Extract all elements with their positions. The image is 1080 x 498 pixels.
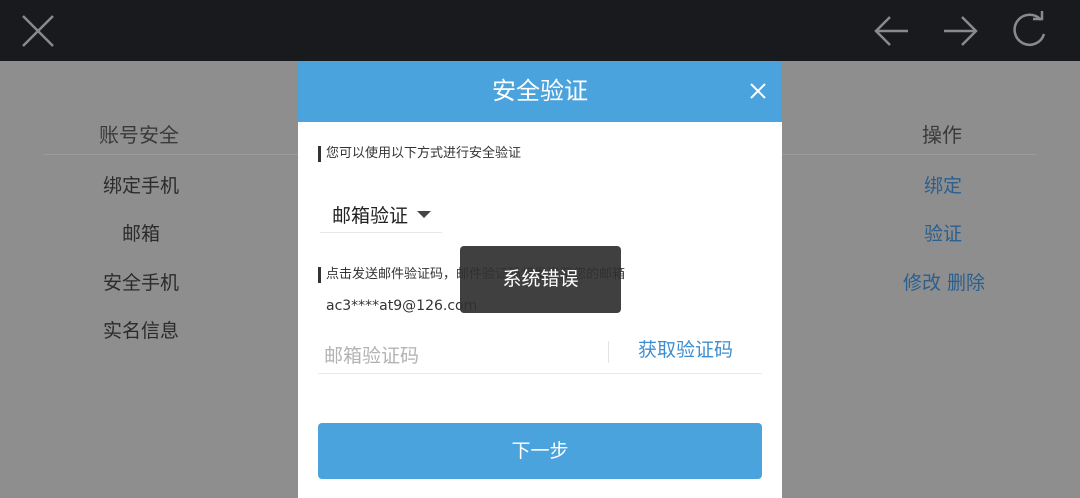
row-name-real-name: 实名信息	[103, 320, 180, 342]
divider	[608, 341, 609, 363]
row-name-security-phone: 安全手机	[103, 272, 180, 294]
email-code-input[interactable]	[318, 337, 606, 375]
close-icon[interactable]	[745, 78, 771, 104]
bind-link[interactable]: 绑定	[924, 171, 962, 198]
modify-delete-links[interactable]: 修改 删除	[903, 268, 985, 295]
row-name-bind-phone: 绑定手机	[103, 175, 180, 197]
verification-method-dropdown[interactable]: 邮箱验证	[320, 196, 442, 233]
column-header-actions: 操作	[922, 123, 962, 147]
masked-email: ac3****at9@126.com	[326, 298, 478, 314]
verification-hint: 您可以使用以下方式进行安全验证	[318, 146, 521, 162]
row-name-email: 邮箱	[122, 223, 161, 245]
reload-icon[interactable]	[1008, 10, 1050, 52]
browser-toolbar	[0, 0, 1080, 61]
error-toast: 系统错误	[460, 246, 621, 313]
email-code-row: 获取验证码	[318, 333, 762, 375]
arrow-right-icon[interactable]	[940, 10, 982, 52]
close-icon[interactable]	[17, 10, 59, 52]
verify-link[interactable]: 验证	[924, 219, 962, 246]
get-code-button[interactable]: 获取验证码	[638, 335, 733, 362]
column-header-account-security: 账号安全	[99, 123, 179, 147]
chevron-down-icon	[417, 210, 432, 218]
arrow-left-icon[interactable]	[870, 10, 912, 52]
verification-method-label: 邮箱验证	[332, 204, 409, 227]
next-step-button[interactable]: 下一步	[318, 423, 762, 479]
dialog-title: 安全验证	[492, 77, 588, 105]
